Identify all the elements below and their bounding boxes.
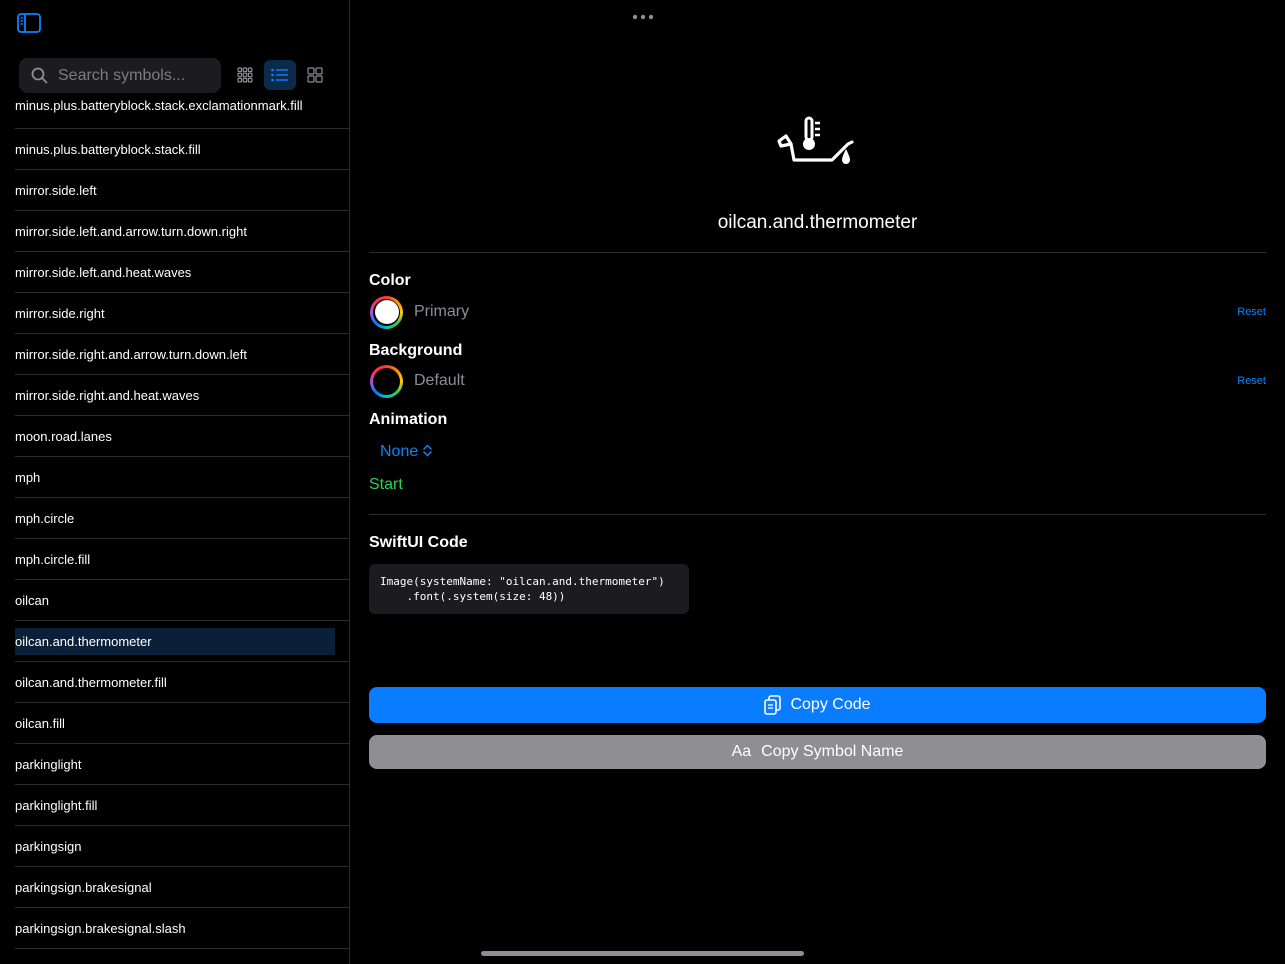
color-row: Primary Reset [369, 294, 1266, 330]
list-item-label: oilcan [15, 592, 49, 608]
list-item-label: mirror.side.right.and.arrow.turn.down.le… [15, 346, 247, 362]
animation-picker-value: None [380, 443, 419, 460]
list-item-label: parkingsign [15, 838, 82, 854]
list-item[interactable]: oilcan [15, 580, 349, 621]
list-item-label: parkinglight.fill [15, 797, 98, 813]
color-value: Primary [414, 303, 470, 320]
color-swatch-fill [374, 300, 399, 324]
background-row: Default Reset [369, 363, 1266, 399]
color-reset-link[interactable]: Reset [1237, 306, 1266, 318]
list-item[interactable]: parkingsign [15, 826, 349, 867]
copy-code-label: Copy Code [790, 696, 871, 713]
background-picker-swatch[interactable] [370, 364, 403, 398]
code-section-label: SwiftUI Code [369, 534, 468, 551]
detail-panel: oilcan.and.thermometer Color Primary Res… [369, 0, 1266, 964]
list-item[interactable]: mirror.side.left.and.arrow.turn.down.rig… [15, 211, 349, 252]
list-item-label: parkinglight [15, 756, 82, 772]
list-item[interactable]: oilcan.and.thermometer [15, 621, 349, 662]
list-item-label: mirror.side.left.and.heat.waves [15, 264, 192, 280]
divider [369, 252, 1266, 253]
color-section-label: Color [369, 272, 411, 289]
list-item-label: mph [15, 469, 41, 485]
list-item-label: mph.circle [15, 510, 75, 526]
copy-symbol-name-button[interactable]: Aa Copy Symbol Name [369, 735, 1266, 769]
list-view-button[interactable] [264, 60, 296, 90]
list-item[interactable]: mirror.side.left.and.heat.waves [15, 252, 349, 293]
color-picker-swatch[interactable] [370, 295, 403, 329]
list-item[interactable]: minus.plus.batteryblock.stack.fill [15, 129, 349, 170]
grid-small-icon [237, 67, 253, 83]
code-block: Image(systemName: "oilcan.and.thermomete… [369, 564, 689, 614]
list-item[interactable]: moon.road.lanes [15, 416, 349, 457]
code-line: .font(.system(size: 48)) [380, 590, 566, 603]
list-item-label: minus.plus.batteryblock.stack.fill [15, 141, 201, 157]
list-item[interactable]: parkingsign.brakesignal [15, 867, 349, 908]
app-window: minus.plus.batteryblock.stack.exclamatio… [0, 0, 1285, 964]
copy-doc-icon [764, 695, 782, 715]
list-item[interactable]: mph.circle.fill [15, 539, 349, 580]
search-icon [31, 67, 48, 84]
copy-code-button[interactable]: Copy Code [369, 687, 1266, 723]
list-item-label: oilcan.and.thermometer [15, 633, 152, 649]
list-item[interactable]: mirror.side.right.and.arrow.turn.down.le… [15, 334, 349, 375]
list-item[interactable]: parkinglight [15, 744, 349, 785]
sidebar: minus.plus.batteryblock.stack.exclamatio… [0, 0, 350, 964]
list-item[interactable]: mirror.side.right.and.heat.waves [15, 375, 349, 416]
list-item[interactable]: oilcan.fill [15, 703, 349, 744]
copy-symbol-name-label: Copy Symbol Name [761, 743, 904, 760]
color-swatch-ring [373, 298, 400, 326]
list-item-label: mirror.side.right.and.heat.waves [15, 387, 200, 403]
divider [369, 514, 1266, 515]
text-format-icon: Aa [731, 743, 752, 760]
animation-picker[interactable]: None [380, 443, 432, 461]
list-item-label: moon.road.lanes [15, 428, 112, 444]
search-input[interactable] [56, 65, 210, 86]
list-item-label: oilcan.fill [15, 715, 65, 731]
list-item-label: mph.circle.fill [15, 551, 91, 567]
background-swatch-ring [373, 367, 400, 395]
list-item[interactable]: mph.circle [15, 498, 349, 539]
grid-large-view-button[interactable] [299, 60, 331, 90]
home-indicator [481, 951, 804, 956]
grid-small-view-button[interactable] [229, 60, 261, 90]
animation-section-label: Animation [369, 411, 448, 428]
list-item-label: parkingsign.brakesignal.slash [15, 920, 186, 936]
grid-large-icon [307, 67, 323, 83]
list-item[interactable]: mirror.side.right [15, 293, 349, 334]
sidebar-toggle-icon[interactable] [17, 13, 41, 33]
list-item-label: mirror.side.left [15, 182, 97, 198]
list-icon [271, 68, 288, 82]
background-value: Default [414, 372, 465, 389]
start-animation-button[interactable]: Start [369, 476, 403, 494]
code-line: Image(systemName: "oilcan.and.thermomete… [380, 575, 665, 588]
symbol-name-title: oilcan.and.thermometer [717, 212, 918, 233]
list-item[interactable]: parkingsign.brakesignal.slash [15, 908, 349, 949]
list-item-label: mirror.side.left.and.arrow.turn.down.rig… [15, 223, 247, 239]
background-reset-link[interactable]: Reset [1237, 375, 1266, 387]
list-item[interactable]: minus.plus.batteryblock.stack.exclamatio… [15, 88, 349, 129]
list-item-label: parkingsign.brakesignal [15, 879, 152, 895]
list-item[interactable]: oilcan.and.thermometer.fill [15, 662, 349, 703]
chevron-up-down-icon [423, 444, 432, 460]
list-item[interactable]: mirror.side.left [15, 170, 349, 211]
list-item-label: oilcan.and.thermometer.fill [15, 674, 167, 690]
list-item[interactable]: mph [15, 457, 349, 498]
list-item-label: mirror.side.right [15, 305, 105, 321]
list-item-label: minus.plus.batteryblock.stack.exclamatio… [15, 98, 303, 113]
oilcan-thermometer-icon [776, 114, 860, 172]
list-item[interactable]: parkinglight.fill [15, 785, 349, 826]
background-section-label: Background [369, 342, 463, 359]
symbol-list: minus.plus.batteryblock.stack.exclamatio… [0, 88, 349, 949]
